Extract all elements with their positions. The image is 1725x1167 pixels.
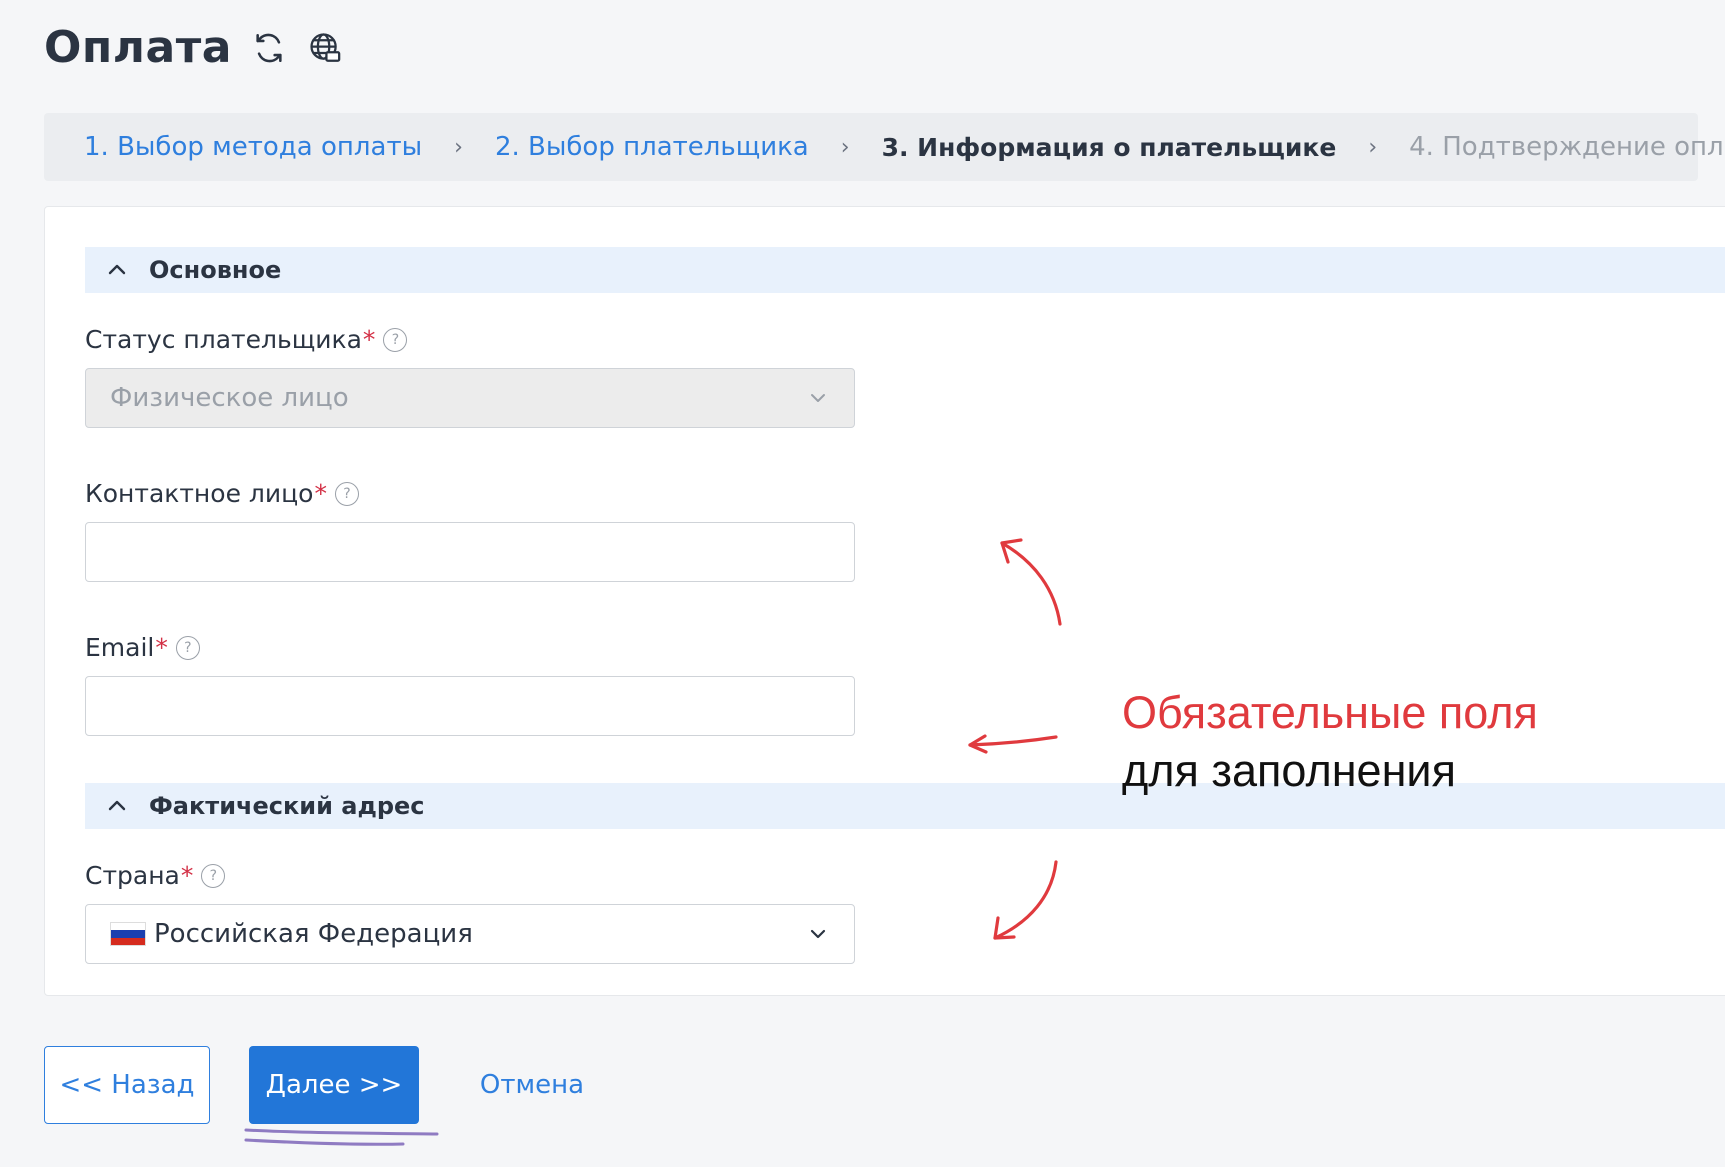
underline-scribble	[244, 1128, 439, 1136]
country-label: Страна * ?	[85, 861, 226, 890]
cancel-link[interactable]: Отмена	[470, 1046, 594, 1124]
page-title: Оплата	[44, 22, 232, 73]
country-select[interactable]: Российская Федерация	[85, 904, 855, 964]
help-icon[interactable]: ?	[175, 635, 200, 660]
step-separator: ›	[1368, 134, 1378, 160]
step-separator: ›	[840, 134, 850, 160]
help-icon[interactable]: ?	[201, 863, 226, 888]
payer-status-value: Физическое лицо	[110, 383, 349, 413]
chevron-up-icon	[108, 800, 126, 811]
next-button[interactable]: Далее >>	[249, 1046, 419, 1124]
chevron-down-icon	[811, 394, 825, 402]
contact-person-input[interactable]	[85, 522, 855, 582]
email-label-text: Email	[85, 633, 155, 662]
payment-page: Оплата 1. Выбор метода оплаты › 2. Выбор	[0, 0, 1725, 1167]
step-payer-info: 3. Информация о плательщике	[881, 132, 1337, 162]
payer-status-label-text: Статус плательщика	[85, 325, 362, 354]
help-icon[interactable]: ?	[383, 327, 408, 352]
section-main-title: Основное	[149, 256, 282, 284]
required-mark: *	[314, 479, 327, 508]
required-mark: *	[155, 633, 168, 662]
required-mark: *	[362, 325, 376, 354]
step-payer-selection[interactable]: 2. Выбор плательщика	[495, 132, 809, 162]
step-payment-confirmation: 4. Подтверждение оплаты	[1409, 132, 1725, 162]
country-label-text: Страна	[85, 861, 180, 890]
country-value: Российская Федерация	[154, 919, 473, 949]
annotation-line2: для заполнения	[1122, 745, 1456, 796]
back-button[interactable]: << Назад	[44, 1046, 210, 1124]
refresh-icon[interactable]	[250, 29, 288, 67]
step-separator: ›	[454, 134, 463, 160]
help-icon[interactable]: ?	[334, 481, 359, 506]
payer-status-label: Статус плательщика * ?	[85, 325, 408, 354]
step-payment-method[interactable]: 1. Выбор метода оплаты	[84, 132, 422, 162]
email-label: Email * ?	[85, 633, 200, 662]
payer-status-select: Физическое лицо	[85, 368, 855, 428]
required-fields-annotation: Обязательные поля для заполнения	[1122, 684, 1538, 800]
payer-info-form: Основное Статус плательщика * ? Физическ…	[44, 206, 1725, 996]
globe-icon[interactable]	[306, 29, 344, 67]
page-header: Оплата	[44, 22, 344, 73]
contact-person-label-text: Контактное лицо	[85, 479, 314, 508]
required-mark: *	[180, 861, 194, 890]
chevron-down-icon	[810, 929, 826, 939]
chevron-up-icon	[108, 264, 126, 275]
annotation-line1: Обязательные поля	[1122, 687, 1538, 738]
contact-person-label: Контактное лицо * ?	[85, 479, 359, 508]
section-address-title: Фактический адрес	[149, 792, 425, 820]
checkout-steps: 1. Выбор метода оплаты › 2. Выбор плател…	[44, 113, 1725, 181]
section-main-header[interactable]: Основное	[85, 247, 1725, 293]
email-input[interactable]	[85, 676, 855, 736]
ru-flag-icon	[110, 922, 146, 946]
